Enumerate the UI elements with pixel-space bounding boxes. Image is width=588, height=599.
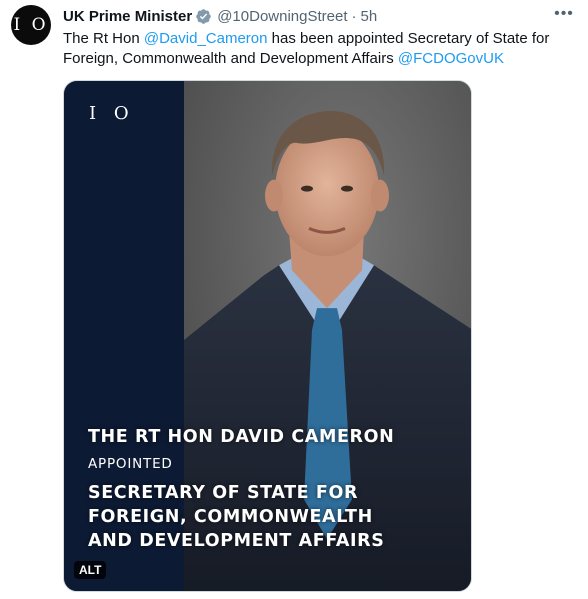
timestamp[interactable]: 5h xyxy=(361,8,378,25)
more-options-icon[interactable]: ••• xyxy=(554,4,574,24)
caption-name: THE RT HON DAVID CAMERON xyxy=(88,427,395,447)
tweet-text: The Rt Hon @David_Cameron has been appoi… xyxy=(63,29,573,69)
image-logo-text: I O xyxy=(89,103,135,124)
avatar-logo-text: I O xyxy=(13,14,49,35)
tweet-image[interactable]: I O THE RT HON DAVID CAMERON APPOINTED S… xyxy=(63,80,472,592)
mention-david-cameron[interactable]: @David_Cameron xyxy=(144,30,268,47)
alt-text-badge[interactable]: ALT xyxy=(74,561,107,579)
mention-fcdo[interactable]: @FCDOGovUK xyxy=(398,50,504,67)
caption-role: SECRETARY OF STATE FOR FOREIGN, COMMONWE… xyxy=(88,481,458,553)
tweet-header: UK Prime Minister @10DowningStreet · 5h xyxy=(63,6,377,26)
display-name[interactable]: UK Prime Minister xyxy=(63,8,192,25)
avatar[interactable]: I O xyxy=(11,5,51,45)
caption-role-line: FOREIGN, COMMONWEALTH xyxy=(88,507,373,527)
handle[interactable]: @10DowningStreet xyxy=(217,8,347,25)
caption-role-line: AND DEVELOPMENT AFFAIRS xyxy=(88,531,385,551)
caption-role-line: SECRETARY OF STATE FOR xyxy=(88,483,359,503)
image-caption: THE RT HON DAVID CAMERON APPOINTED SECRE… xyxy=(88,426,458,553)
tweet[interactable]: I O UK Prime Minister @10DowningStreet ·… xyxy=(0,0,588,599)
tweet-text-part: The Rt Hon xyxy=(63,30,144,47)
separator-dot: · xyxy=(351,7,357,25)
caption-appointed: APPOINTED xyxy=(88,456,173,472)
verified-badge-icon[interactable] xyxy=(195,8,212,25)
